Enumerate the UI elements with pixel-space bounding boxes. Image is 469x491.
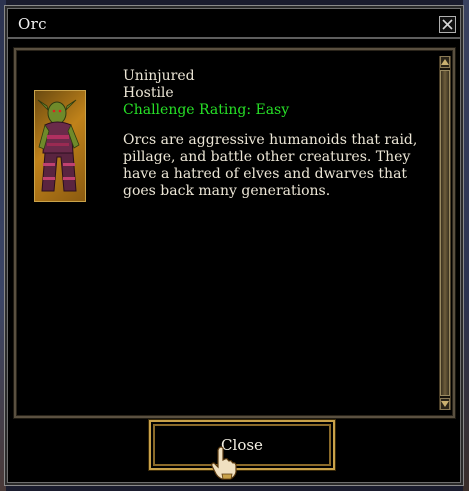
window-title: Orc: [18, 15, 47, 33]
vertical-scrollbar[interactable]: [439, 56, 451, 410]
scroll-up-button[interactable]: [440, 56, 450, 68]
titlebar: Orc: [8, 9, 460, 39]
orc-figure: [37, 99, 80, 192]
scroll-thumb[interactable]: [440, 70, 450, 396]
orc-portrait: [34, 90, 86, 202]
creature-description: Orcs are aggressive humanoids that raid,…: [123, 132, 418, 199]
challenge-rating: Challenge Rating: Easy: [123, 102, 290, 118]
scroll-down-button[interactable]: [440, 398, 450, 410]
hand-cursor-icon: [211, 446, 237, 480]
content-panel: Uninjured Hostile Challenge Rating: Easy…: [14, 48, 455, 418]
close-icon[interactable]: [439, 16, 456, 33]
chevron-down-icon: [441, 401, 449, 407]
health-status: Uninjured: [123, 68, 195, 84]
close-x-glyph: [442, 19, 453, 30]
creature-details: Uninjured Hostile Challenge Rating: Easy…: [123, 68, 433, 200]
close-button[interactable]: Close: [149, 420, 335, 470]
disposition: Hostile: [123, 85, 174, 101]
chevron-up-icon: [441, 59, 449, 65]
creature-info-window: Orc Uninjured Hostile Challenge Rating: …: [4, 5, 464, 486]
